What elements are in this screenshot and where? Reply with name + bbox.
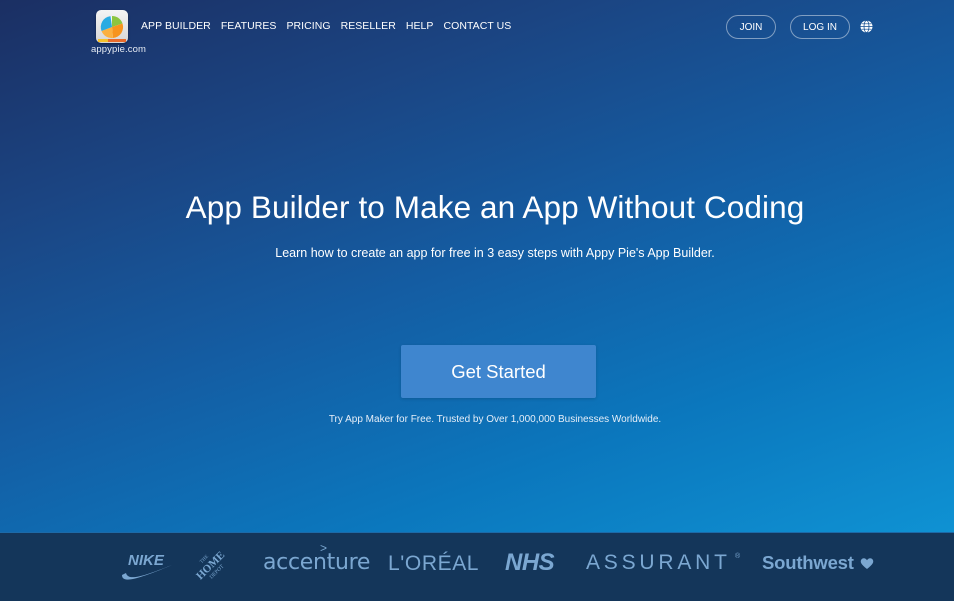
accenture-logo: accenture — [263, 550, 371, 575]
join-button[interactable]: JOIN — [726, 15, 776, 39]
hero-section — [0, 0, 954, 532]
nav-reseller[interactable]: RESELLER — [341, 20, 396, 32]
nike-logo: NIKE — [122, 552, 172, 580]
nike-logo-text: NIKE — [128, 552, 165, 569]
appypie-logo[interactable]: appypie.com — [91, 9, 147, 57]
nhs-logo: NHS — [505, 549, 555, 576]
nav-features[interactable]: FEATURES — [221, 20, 277, 32]
nav-app-builder[interactable]: APP BUILDER — [141, 20, 211, 32]
main-nav: APP BUILDER FEATURES PRICING RESELLER HE… — [141, 20, 521, 32]
pie-chart-icon — [96, 10, 128, 43]
southwest-heart-icon — [860, 558, 874, 569]
loreal-logo: L'ORÉAL — [388, 552, 480, 575]
nav-help[interactable]: HELP — [406, 20, 434, 32]
page-title: App Builder to Make an App Without Codin… — [185, 189, 805, 225]
home-depot-logo: THE HOME DEPOT — [194, 549, 227, 582]
nav-pricing[interactable]: PRICING — [286, 20, 330, 32]
globe-icon[interactable] — [860, 20, 873, 33]
login-button[interactable]: LOG IN — [790, 15, 850, 39]
southwest-logo: Southwest — [762, 552, 854, 573]
site-header: appypie.com APP BUILDER FEATURES PRICING… — [0, 0, 954, 60]
assurant-logo: ASSURANT — [586, 551, 731, 574]
nav-contact-us[interactable]: CONTACT US — [443, 20, 511, 32]
trust-text: Try App Maker for Free. Trusted by Over … — [328, 414, 662, 425]
get-started-button[interactable]: Get Started — [401, 345, 596, 398]
accenture-caret-mark: > — [320, 541, 328, 555]
hero-subtitle: Learn how to create an app for free in 3… — [275, 246, 715, 260]
logo-text: appypie.com — [91, 44, 146, 55]
assurant-registered-mark: ® — [735, 553, 741, 560]
